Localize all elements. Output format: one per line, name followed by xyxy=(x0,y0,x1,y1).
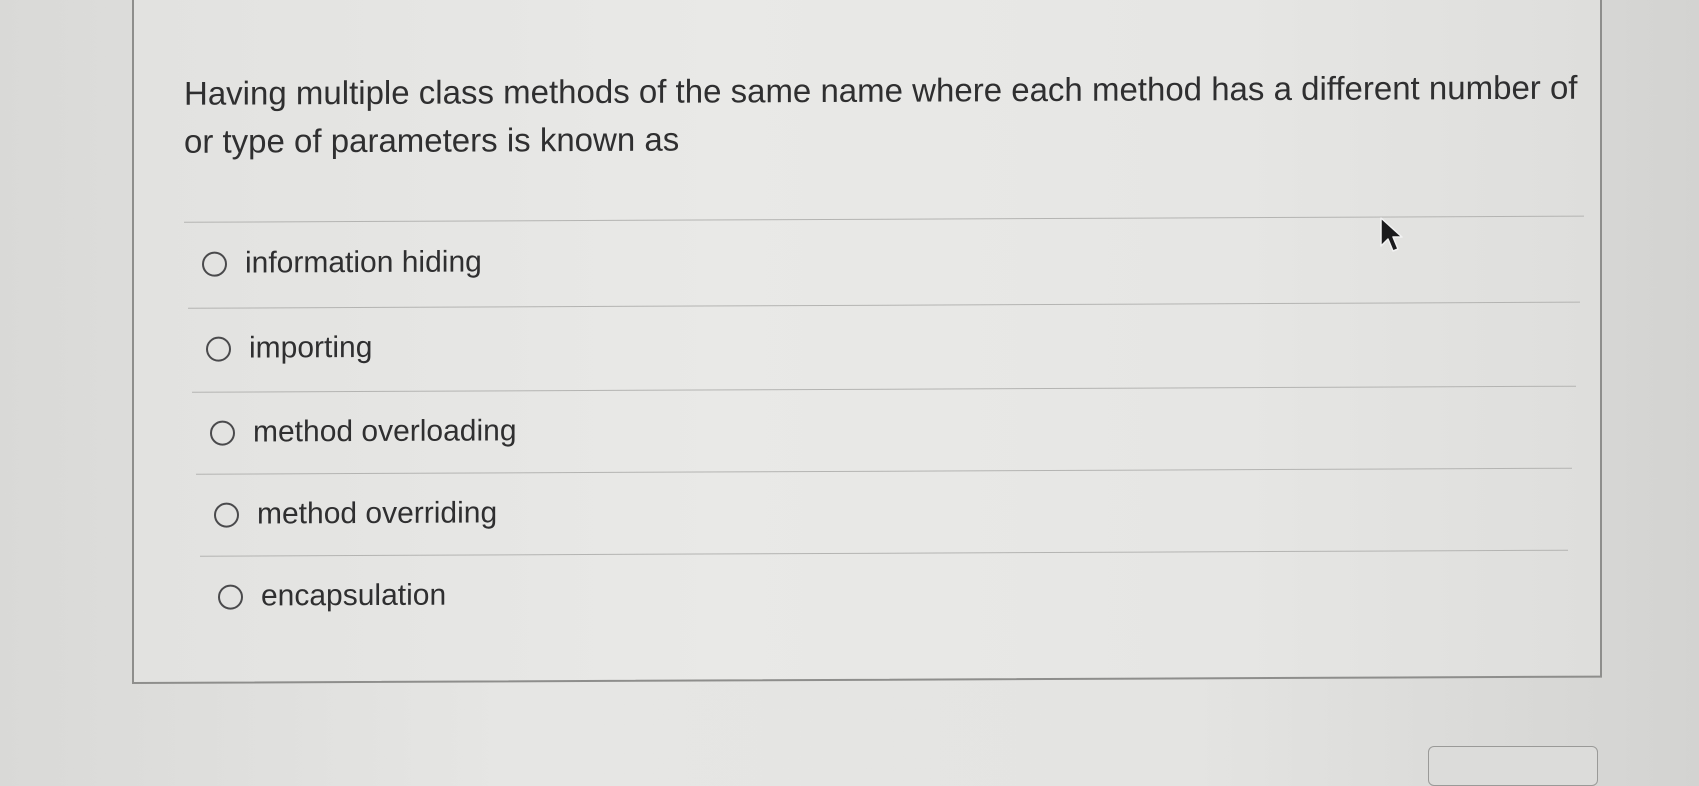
option-encapsulation[interactable]: encapsulation xyxy=(218,579,446,614)
option-label: method overloading xyxy=(253,414,517,449)
radio-unselected-icon[interactable] xyxy=(202,251,227,277)
radio-unselected-icon[interactable] xyxy=(218,584,243,610)
option-label: encapsulation xyxy=(261,578,447,613)
divider xyxy=(184,215,1584,223)
radio-unselected-icon[interactable] xyxy=(206,336,231,362)
mouse-pointer-arrow-icon xyxy=(1380,217,1403,252)
option-importing[interactable]: importing xyxy=(206,331,372,366)
option-label: method overriding xyxy=(257,496,498,531)
question-text: Having multiple class methods of the sam… xyxy=(184,68,1578,160)
divider xyxy=(200,549,1568,557)
option-label: information hiding xyxy=(245,245,482,280)
divider xyxy=(196,467,1572,475)
radio-unselected-icon[interactable] xyxy=(210,420,235,446)
divider xyxy=(188,301,1580,309)
option-label: importing xyxy=(249,330,373,365)
divider xyxy=(192,385,1576,393)
radio-unselected-icon[interactable] xyxy=(214,502,239,528)
option-method-overloading[interactable]: method overloading xyxy=(210,414,517,449)
next-button[interactable] xyxy=(1428,746,1598,786)
option-information-hiding[interactable]: information hiding xyxy=(202,245,482,280)
option-method-overriding[interactable]: method overriding xyxy=(214,496,497,531)
question-card: Having multiple class methods of the sam… xyxy=(132,0,1602,684)
